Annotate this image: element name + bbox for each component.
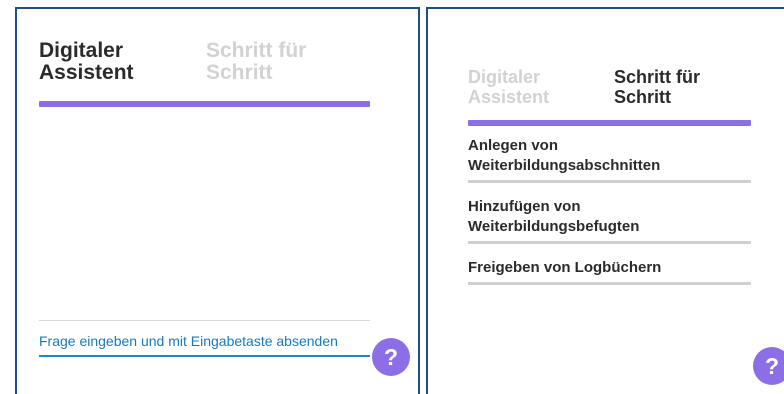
question-input[interactable]: Frage eingeben und mit Eingabetaste abse… xyxy=(39,333,370,357)
step-item-release-logbooks[interactable]: Freigeben von Logbüchern xyxy=(468,258,751,285)
chat-divider xyxy=(39,320,370,321)
tab-digital-assistant[interactable]: Digitaler Assistent xyxy=(468,67,614,107)
assistant-tabs: Digitaler Assistent Schritt für Schritt xyxy=(468,67,753,107)
assistant-tabs: Digitaler Assistent Schritt für Schritt xyxy=(39,40,369,84)
tab-digital-assistant[interactable]: Digitaler Assistent xyxy=(39,40,206,84)
digital-assistant-panel: Digitaler Assistent Schritt für Schritt … xyxy=(15,7,420,394)
active-tab-indicator xyxy=(39,101,370,107)
step-item-create-training-sections[interactable]: Anlegen von Weiterbildungsabschnitten xyxy=(468,136,751,183)
step-list: Anlegen von Weiterbildungsabschnitten Hi… xyxy=(468,136,751,299)
help-button[interactable]: ? xyxy=(372,338,410,376)
step-item-add-authorized-trainers[interactable]: Hinzufügen von Weiterbildungsbefugten xyxy=(468,197,751,244)
tab-step-by-step[interactable]: Schritt für Schritt xyxy=(206,40,306,84)
question-mark-icon: ? xyxy=(764,353,780,379)
question-mark-icon: ? xyxy=(383,344,399,370)
help-button[interactable]: ? xyxy=(753,347,784,385)
tab-step-by-step[interactable]: Schritt für Schritt xyxy=(614,67,700,107)
active-tab-indicator xyxy=(468,120,751,126)
step-by-step-panel: Digitaler Assistent Schritt für Schritt … xyxy=(426,7,784,394)
